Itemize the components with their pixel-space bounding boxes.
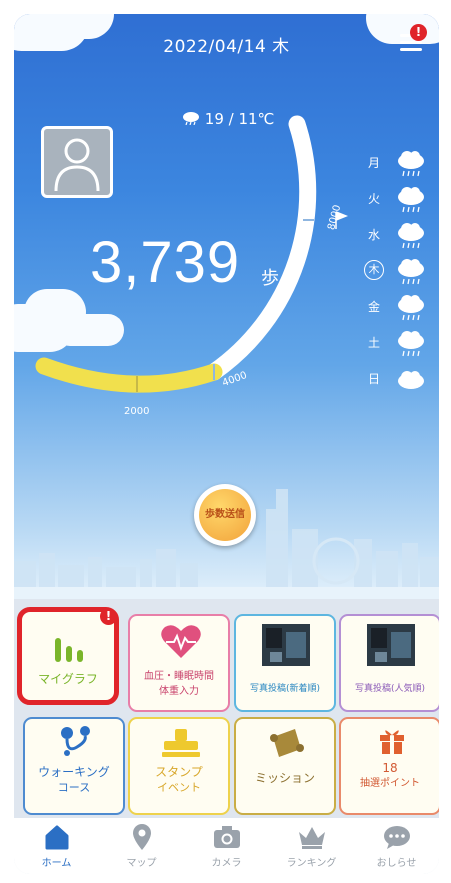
bar-chart-icon bbox=[55, 638, 83, 662]
tab-home[interactable]: ホーム bbox=[14, 818, 99, 874]
mission-label: ミッション bbox=[254, 771, 315, 785]
photo-thumbnail-icon bbox=[367, 624, 415, 666]
forecast-row: 土 bbox=[364, 328, 434, 364]
rain-cloud-icon bbox=[398, 259, 424, 285]
walking-label-line1: ウォーキング bbox=[38, 765, 110, 779]
step-dashboard: 2022/04/14 木 ! 19 / 11℃ 8000 4000 2000 3… bbox=[14, 14, 439, 599]
crown-icon bbox=[299, 827, 325, 849]
tab-map-label: マップ bbox=[126, 858, 157, 869]
step-unit: 歩 bbox=[261, 268, 279, 289]
rain-cloud-icon bbox=[398, 223, 424, 249]
tab-camera[interactable]: カメラ bbox=[184, 818, 269, 874]
photo-thumbnail-icon bbox=[262, 624, 310, 666]
chat-bubble-icon bbox=[384, 826, 410, 849]
forecast-day: 土 bbox=[367, 336, 380, 350]
lottery-points-tile[interactable]: 18 抽選ポイント bbox=[339, 717, 439, 815]
lottery-points-label: 抽選ポイント bbox=[360, 778, 420, 789]
walking-label-line2: コース bbox=[57, 781, 91, 794]
stamp-label-line1: スタンプ bbox=[155, 765, 203, 779]
forecast-row: 月 bbox=[364, 148, 434, 184]
forecast-day-today: 木 bbox=[364, 260, 384, 280]
tab-news[interactable]: おしらせ bbox=[354, 818, 439, 874]
camera-icon bbox=[214, 826, 240, 848]
my-graph-tile[interactable]: マイグラフ ! bbox=[17, 607, 119, 705]
tab-ranking[interactable]: ランキング bbox=[269, 818, 354, 874]
home-icon bbox=[45, 825, 69, 850]
tab-camera-label: カメラ bbox=[211, 858, 242, 869]
rain-cloud-icon bbox=[398, 187, 424, 213]
weekly-forecast: 月 火 水 木 金 土 日 bbox=[364, 148, 434, 400]
send-steps-label: 歩数送信 bbox=[199, 489, 251, 541]
tab-ranking-label: ランキング bbox=[286, 858, 337, 869]
ring-progress bbox=[35, 357, 223, 393]
forecast-row: 火 bbox=[364, 184, 434, 220]
rain-cloud-icon bbox=[398, 331, 424, 357]
tab-map[interactable]: マップ bbox=[99, 818, 184, 874]
my-graph-label: マイグラフ bbox=[38, 672, 98, 686]
phone-screen: 2022/04/14 木 ! 19 / 11℃ 8000 4000 2000 3… bbox=[14, 14, 439, 874]
vitals-label-line1: 血圧・睡眠時間 bbox=[144, 671, 214, 682]
forecast-day: 日 bbox=[367, 372, 380, 386]
route-icon bbox=[61, 726, 90, 756]
forecast-row: 金 bbox=[364, 292, 434, 328]
rain-cloud-icon bbox=[398, 151, 424, 177]
forecast-day: 金 bbox=[367, 300, 380, 314]
photo-new-tile[interactable]: 写真投稿(新着順) bbox=[234, 614, 336, 712]
gift-icon bbox=[380, 730, 404, 754]
vitals-input-tile[interactable]: 血圧・睡眠時間 体重入力 bbox=[128, 614, 230, 712]
photo-popular-label: 写真投稿(人気順) bbox=[354, 684, 426, 694]
forecast-day: 火 bbox=[367, 192, 380, 206]
forecast-row: 日 bbox=[364, 364, 434, 400]
stamp-event-tile[interactable]: スタンプ イベント bbox=[128, 717, 230, 815]
mission-tile[interactable]: ミッション bbox=[234, 717, 336, 815]
lottery-points-value: 18 bbox=[382, 761, 398, 775]
stamp-icon bbox=[162, 729, 200, 757]
rain-cloud-icon bbox=[398, 295, 424, 321]
cloud-icon bbox=[398, 371, 424, 389]
heart-pulse-icon bbox=[161, 625, 201, 658]
scroll-icon bbox=[270, 729, 304, 757]
my-graph-badge: ! bbox=[100, 608, 117, 625]
stamp-label-line2: イベント bbox=[157, 781, 201, 794]
step-count: 3,739 bbox=[90, 230, 241, 295]
photo-new-label: 写真投稿(新着順) bbox=[249, 684, 321, 694]
ring-label-2000: 2000 bbox=[124, 406, 150, 417]
menu-grid: マイグラフ ! 血圧・睡眠時間 体重入力 写真投稿(新着順) 写真投稿(人気順) bbox=[14, 599, 439, 824]
photo-popular-tile[interactable]: 写真投稿(人気順) bbox=[339, 614, 439, 712]
walking-course-tile[interactable]: ウォーキング コース bbox=[23, 717, 125, 815]
forecast-day: 月 bbox=[367, 156, 380, 170]
vitals-label-line2: 体重入力 bbox=[159, 686, 199, 697]
forecast-row-today: 木 bbox=[364, 256, 434, 292]
tab-news-label: おしらせ bbox=[376, 858, 417, 869]
forecast-day: 水 bbox=[367, 228, 380, 242]
tab-home-label: ホーム bbox=[41, 858, 72, 869]
map-pin-icon bbox=[133, 824, 151, 850]
send-steps-button[interactable]: 歩数送信 bbox=[194, 484, 256, 546]
bottom-tab-bar: ホーム マップ カメラ ランキング おしらせ bbox=[14, 818, 439, 874]
forecast-row: 水 bbox=[364, 220, 434, 256]
